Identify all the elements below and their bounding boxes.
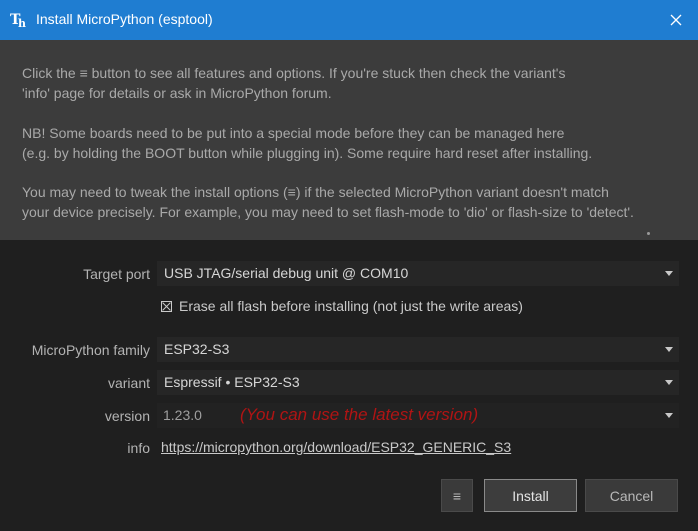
menu-icon: ≡: [452, 487, 462, 504]
info-label: info: [127, 440, 150, 456]
family-select[interactable]: ESP32-S3: [157, 337, 679, 362]
version-label: version: [104, 408, 150, 424]
version-annotation: (You can use the latest version): [240, 405, 479, 424]
target-port-value: USB JTAG/serial debug unit @ COM10: [164, 265, 409, 281]
variant-info-link[interactable]: https://micropython.org/download/ESP32_G…: [161, 439, 511, 455]
options-menu-button[interactable]: ≡: [441, 479, 473, 512]
chevron-down-icon: [665, 413, 673, 418]
version-value: 1.23.0: [163, 407, 202, 423]
variant-value: Espressif • ESP32-S3: [164, 374, 300, 390]
target-port-select[interactable]: USB JTAG/serial debug unit @ COM10: [157, 261, 679, 286]
install-button[interactable]: Install: [484, 479, 577, 512]
variant-select[interactable]: Espressif • ESP32-S3: [157, 370, 679, 395]
chevron-down-icon: [665, 347, 673, 352]
info-paragraph-features: Click the ≡ button to see all features a…: [22, 65, 566, 101]
erase-flash-checkbox[interactable]: Erase all flash before installing (not j…: [161, 297, 523, 315]
close-button[interactable]: [654, 0, 698, 40]
title-bar: Th Install MicroPython (esptool): [0, 0, 698, 40]
chevron-down-icon: [665, 271, 673, 276]
info-paragraph-install-options: You may need to tweak the install option…: [22, 184, 634, 220]
window-title: Install MicroPython (esptool): [36, 11, 213, 27]
target-port-label: Target port: [83, 266, 150, 282]
checkbox-checked-icon: [161, 300, 172, 312]
erase-flash-label: Erase all flash before installing (not j…: [179, 298, 523, 314]
info-paragraph-boot-mode: NB! Some boards need to be put into a sp…: [22, 125, 593, 161]
thonny-icon: Th: [10, 12, 26, 30]
family-value: ESP32-S3: [164, 341, 230, 357]
chevron-down-icon: [665, 380, 673, 385]
panel-dot: [647, 232, 650, 235]
family-label: MicroPython family: [31, 342, 150, 358]
variant-label: variant: [107, 375, 150, 391]
close-icon: [670, 14, 682, 26]
cancel-button[interactable]: Cancel: [585, 479, 678, 512]
info-panel: Click the ≡ button to see all features a…: [0, 40, 698, 240]
